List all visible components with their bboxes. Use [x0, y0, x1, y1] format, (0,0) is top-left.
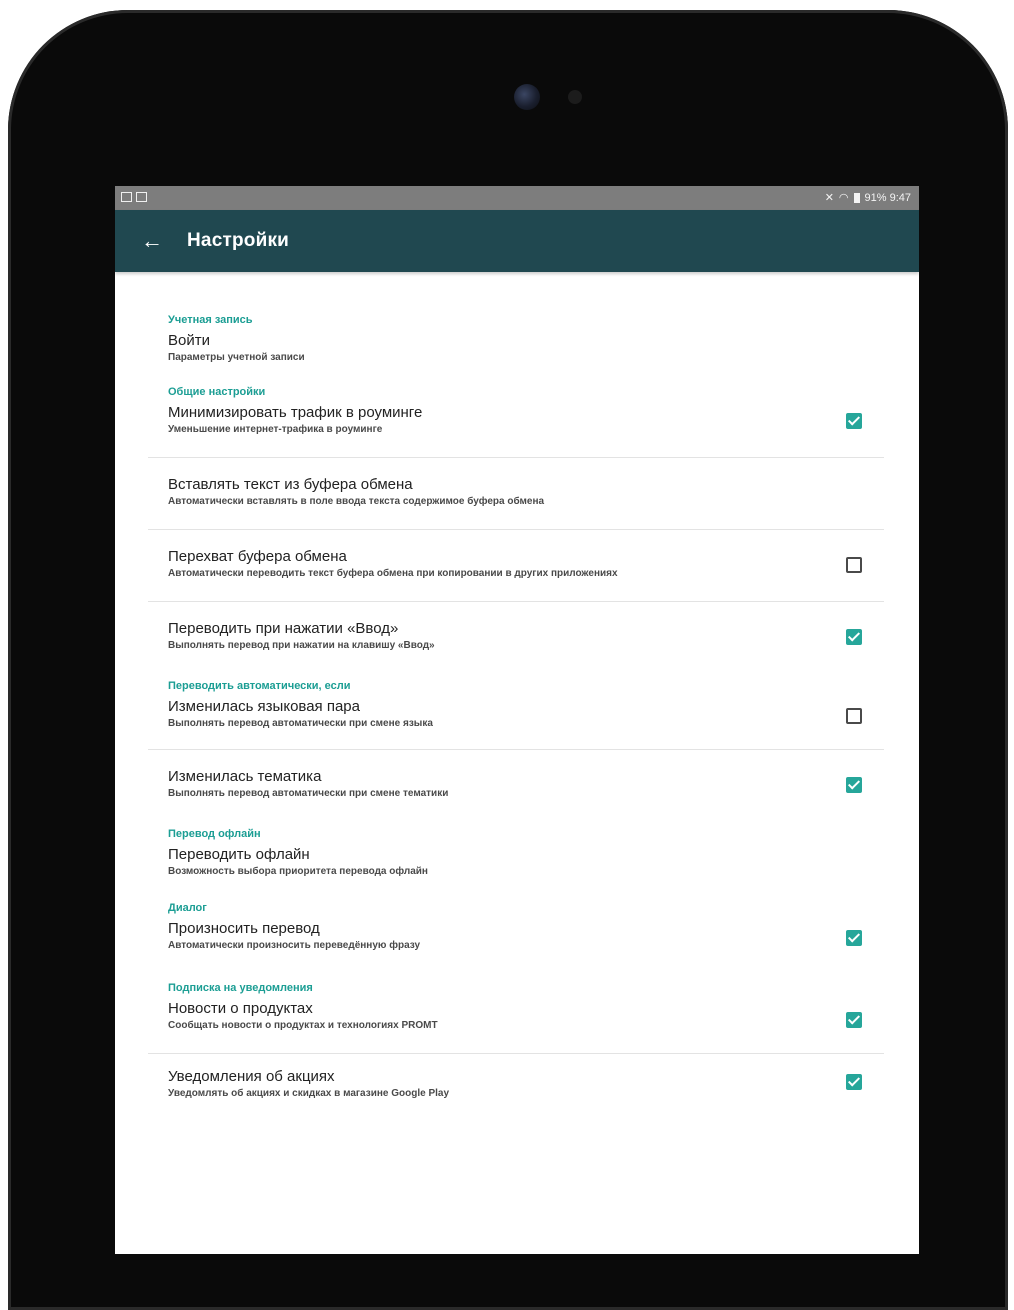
- setting-title: Переводить офлайн: [168, 846, 310, 863]
- checkbox-clipboard-intercept[interactable]: [846, 557, 862, 573]
- setting-subtitle: Уменьшение интернет-трафика в роуминге: [168, 424, 383, 435]
- setting-title: Изменилась тематика: [168, 768, 322, 785]
- setting-title: Новости о продуктах: [168, 1000, 313, 1017]
- setting-title: Вставлять текст из буфера обмена: [168, 476, 413, 493]
- front-camera: [514, 84, 540, 110]
- checkbox-translate-on-enter[interactable]: [846, 629, 862, 645]
- setting-subtitle: Автоматически произносить переведённую ф…: [168, 940, 421, 951]
- section-header-account: Учетная запись: [168, 314, 253, 326]
- mute-icon: ✕: [824, 192, 834, 204]
- checkbox-language-pair-changed[interactable]: [846, 708, 862, 724]
- setting-title: Уведомления об акциях: [168, 1068, 335, 1085]
- checkbox-product-news[interactable]: [846, 1012, 862, 1028]
- section-header-offline: Перевод офлайн: [168, 828, 261, 840]
- status-bar: ✕ ◠ 91% 9:47: [115, 186, 919, 210]
- arrow-left-icon[interactable]: ←: [141, 230, 163, 252]
- light-sensor: [568, 90, 582, 104]
- setting-subtitle: Возможность выбора приоритета перевода о…: [168, 866, 428, 877]
- status-right: ✕ ◠ 91% 9:47: [824, 191, 911, 205]
- setting-title: Перехват буфера обмена: [168, 548, 347, 565]
- section-header-notifications: Подписка на уведомления: [168, 982, 313, 994]
- app-bar: ← Настройки: [115, 210, 919, 272]
- setting-login[interactable]: Войти Параметры учетной записи: [148, 324, 884, 374]
- section-header-auto-translate: Переводить автоматически, если: [168, 680, 351, 692]
- setting-subtitle: Выполнять перевод при нажатии на клавишу…: [168, 640, 435, 651]
- section-header-general: Общие настройки: [168, 386, 266, 398]
- setting-subtitle: Выполнять перевод автоматически при смен…: [168, 718, 433, 729]
- wifi-icon: ◠: [838, 192, 849, 204]
- setting-title: Войти: [168, 332, 210, 349]
- setting-title: Изменилась языковая пара: [168, 698, 360, 715]
- setting-subtitle: Уведомлять об акциях и скидках в магазин…: [168, 1088, 450, 1099]
- checkbox-topic-changed[interactable]: [846, 777, 862, 793]
- gallery-notification-icon: [121, 192, 132, 202]
- checkbox-minimize-roaming[interactable]: [846, 413, 862, 429]
- setting-topic-changed[interactable]: Изменилась тематика Выполнять перевод ав…: [148, 750, 884, 816]
- checkbox-speak-translation[interactable]: [846, 930, 862, 946]
- setting-minimize-roaming[interactable]: Минимизировать трафик в роуминге Уменьше…: [148, 396, 884, 458]
- setting-speak-translation[interactable]: Произносить перевод Автоматически произн…: [148, 912, 884, 970]
- setting-product-news[interactable]: Новости о продуктах Сообщать новости о п…: [148, 992, 884, 1054]
- setting-promo-notifications[interactable]: Уведомления об акциях Уведомлять об акци…: [148, 1054, 884, 1114]
- setting-clipboard-intercept[interactable]: Перехват буфера обмена Автоматически пер…: [148, 530, 884, 602]
- settings-list: Учетная запись Войти Параметры учетной з…: [115, 272, 919, 1114]
- setting-subtitle: Выполнять перевод автоматически при смен…: [168, 788, 449, 799]
- page-title: Настройки: [187, 230, 290, 251]
- setting-subtitle: Автоматически вставлять в поле ввода тек…: [168, 496, 545, 507]
- setting-title: Переводить при нажатии «Ввод»: [168, 620, 399, 637]
- setting-title: Минимизировать трафик в роуминге: [168, 404, 423, 421]
- status-text: 91% 9:47: [864, 191, 911, 204]
- setting-translate-on-enter[interactable]: Переводить при нажатии «Ввод» Выполнять …: [148, 602, 884, 668]
- section-header-dialog: Диалог: [168, 902, 207, 914]
- setting-language-pair-changed[interactable]: Изменилась языковая пара Выполнять перев…: [148, 690, 884, 750]
- setting-subtitle: Автоматически переводить текст буфера об…: [168, 568, 618, 579]
- setting-title: Произносить перевод: [168, 920, 320, 937]
- screenshot-notification-icon: [136, 192, 147, 202]
- setting-subtitle: Сообщать новости о продуктах и технологи…: [168, 1020, 438, 1031]
- setting-paste-clipboard[interactable]: Вставлять текст из буфера обмена Автомат…: [148, 458, 884, 530]
- setting-subtitle: Параметры учетной записи: [168, 352, 305, 363]
- checkbox-promo-notifications[interactable]: [846, 1074, 862, 1090]
- battery-icon: [853, 192, 860, 203]
- setting-translate-offline[interactable]: Переводить офлайн Возможность выбора при…: [148, 838, 884, 890]
- screen: ✕ ◠ 91% 9:47 ← Настройки Учетная запись …: [115, 186, 919, 1254]
